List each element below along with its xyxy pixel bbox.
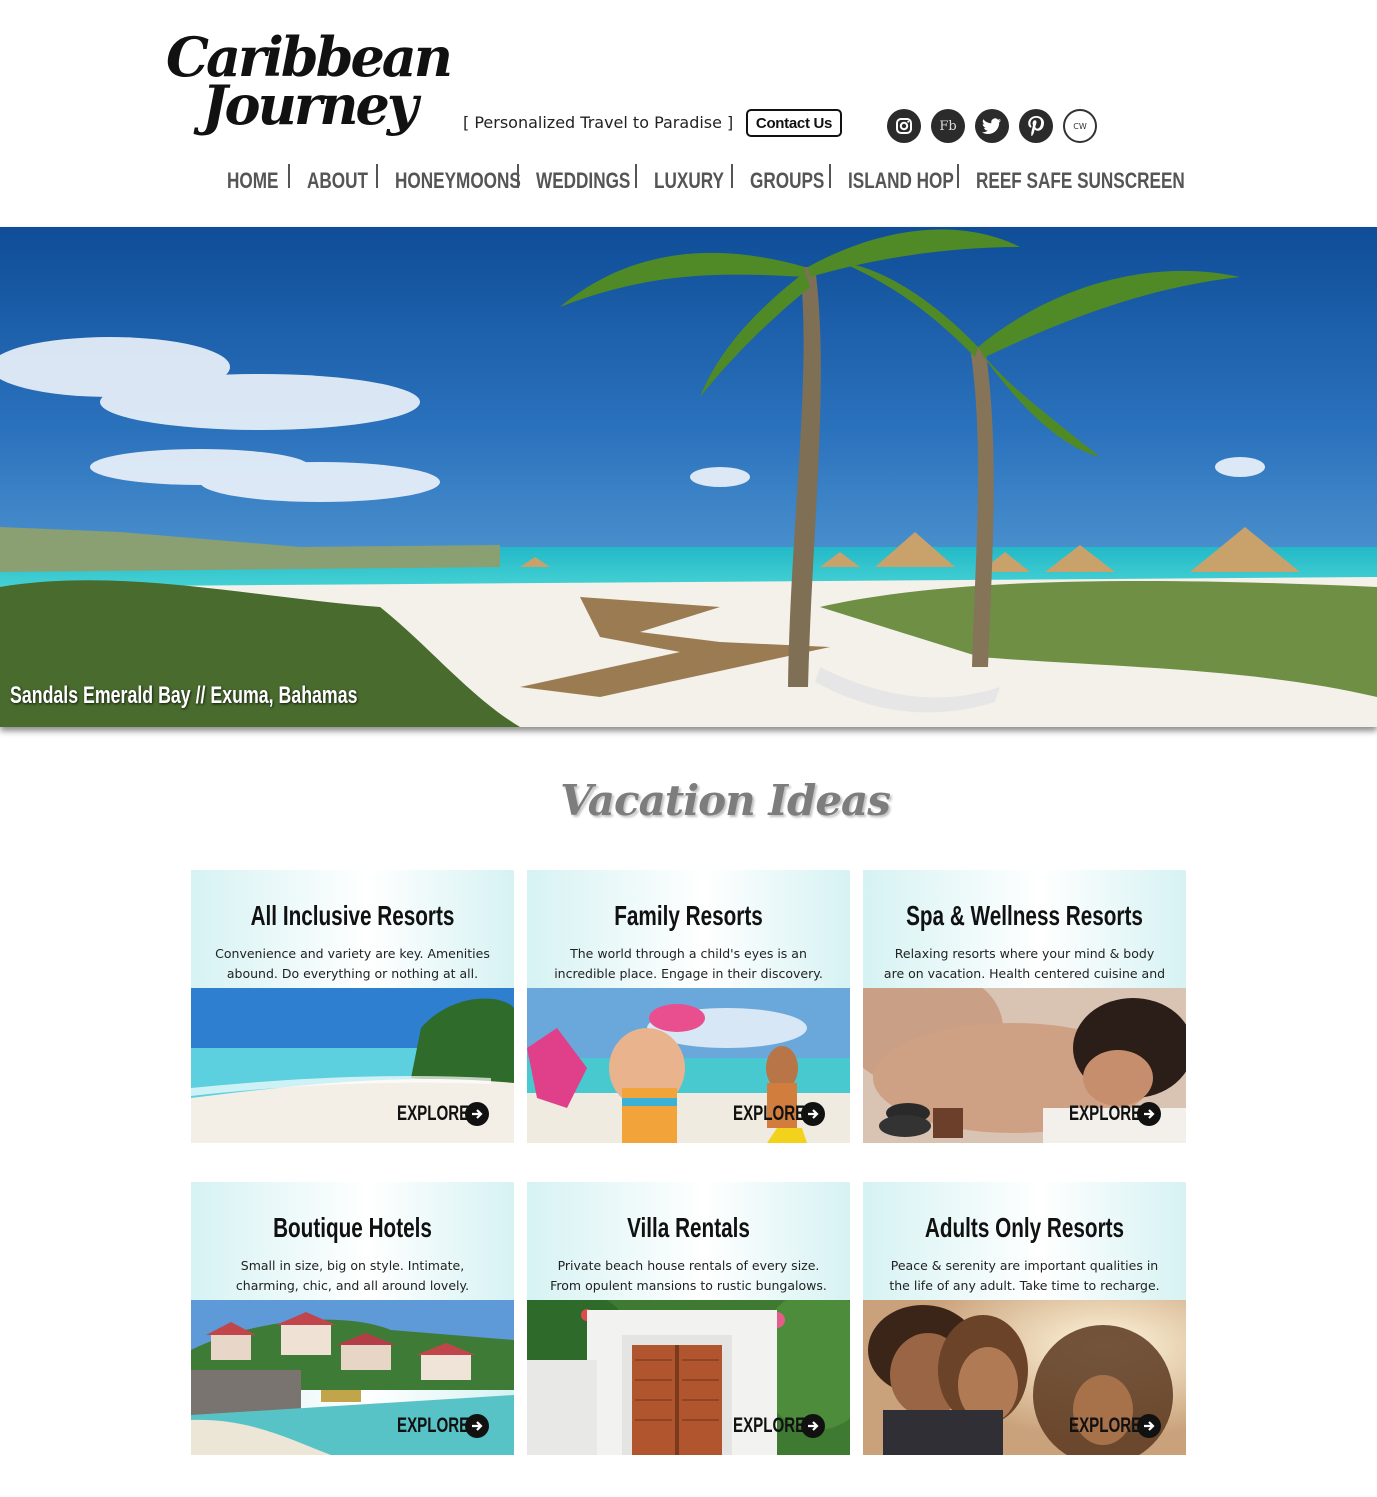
card-description: Small in size, big on style. Intimate, c… — [235, 1258, 470, 1293]
card-adults-only[interactable]: Adults Only Resorts Peace & serenity are… — [863, 1182, 1186, 1455]
card-description: Peace & serenity are important qualities… — [889, 1258, 1160, 1293]
card-villa-rentals[interactable]: Villa Rentals Private beach house rental… — [527, 1182, 850, 1455]
card-description: Convenience and variety are key. Ameniti… — [215, 946, 490, 981]
nav-luxury[interactable]: LUXURY — [654, 163, 724, 199]
card-all-inclusive[interactable]: All Inclusive Resorts Convenience and va… — [191, 870, 514, 1143]
hero-beach-image — [0, 227, 1377, 727]
explore-label: EXPLORE — [733, 1102, 806, 1125]
cw-icon[interactable]: CW — [1063, 109, 1097, 143]
nav-divider — [957, 164, 959, 188]
nav-divider — [376, 164, 378, 188]
nav-honeymoons[interactable]: HONEYMOONS — [395, 163, 521, 199]
explore-label: EXPLORE — [397, 1414, 470, 1437]
nav-reef-safe-sunscreen[interactable]: REEF SAFE SUNSCREEN — [976, 163, 1185, 199]
contact-us-button[interactable]: Contact Us — [746, 109, 842, 137]
nav-groups[interactable]: GROUPS — [750, 163, 824, 199]
explore-link[interactable]: EXPLORE — [1069, 1414, 1161, 1438]
explore-label: EXPLORE — [1069, 1414, 1142, 1437]
nav-divider — [731, 164, 733, 188]
explore-link[interactable]: EXPLORE — [397, 1414, 489, 1438]
facebook-icon[interactable]: Fb — [931, 109, 965, 143]
card-title: Villa Rentals — [627, 1212, 750, 1243]
pinterest-icon[interactable] — [1019, 109, 1053, 143]
card-title: Spa & Wellness Resorts — [906, 900, 1143, 931]
explore-link[interactable]: EXPLORE — [397, 1102, 489, 1126]
card-family-resorts[interactable]: Family Resorts The world through a child… — [527, 870, 850, 1143]
card-title: Boutique Hotels — [273, 1212, 432, 1243]
instagram-icon[interactable] — [887, 109, 921, 143]
tagline: [ Personalized Travel to Paradise ] — [463, 113, 734, 132]
explore-label: EXPLORE — [397, 1102, 470, 1125]
explore-label: EXPLORE — [1069, 1102, 1142, 1125]
logo-line-2: Journey — [202, 73, 418, 137]
card-boutique-hotels[interactable]: Boutique Hotels Small in size, big on st… — [191, 1182, 514, 1455]
nav-divider — [517, 164, 519, 188]
nav-divider — [635, 164, 637, 188]
explore-link[interactable]: EXPLORE — [733, 1414, 825, 1438]
main-nav: HOME ABOUT HONEYMOONS WEDDINGS LUXURY GR… — [0, 163, 1377, 199]
card-title: Family Resorts — [614, 900, 763, 931]
explore-link[interactable]: EXPLORE — [733, 1102, 825, 1126]
nav-divider — [829, 164, 831, 188]
card-spa-wellness[interactable]: Spa & Wellness Resorts Relaxing resorts … — [863, 870, 1186, 1143]
twitter-icon[interactable] — [975, 109, 1009, 143]
card-description: The world through a child's eyes is an i… — [554, 946, 823, 981]
facebook-label: Fb — [939, 118, 957, 134]
hero-banner — [0, 227, 1377, 727]
hero-caption: Sandals Emerald Bay // Exuma, Bahamas — [10, 682, 358, 709]
section-title: Vacation Ideas — [560, 776, 891, 825]
nav-about[interactable]: ABOUT — [307, 163, 368, 199]
cw-label: CW — [1073, 121, 1087, 131]
logo[interactable]: Caribbean Journey — [164, 26, 453, 146]
explore-label: EXPLORE — [733, 1414, 806, 1437]
nav-weddings[interactable]: WEDDINGS — [536, 163, 630, 199]
nav-home[interactable]: HOME — [227, 163, 278, 199]
card-title: All Inclusive Resorts — [250, 900, 455, 931]
explore-link[interactable]: EXPLORE — [1069, 1102, 1161, 1126]
nav-divider — [288, 164, 290, 188]
nav-island-hop[interactable]: ISLAND HOP — [848, 163, 954, 199]
card-description: Private beach house rentals of every siz… — [550, 1258, 827, 1293]
card-title: Adults Only Resorts — [924, 1212, 1125, 1243]
